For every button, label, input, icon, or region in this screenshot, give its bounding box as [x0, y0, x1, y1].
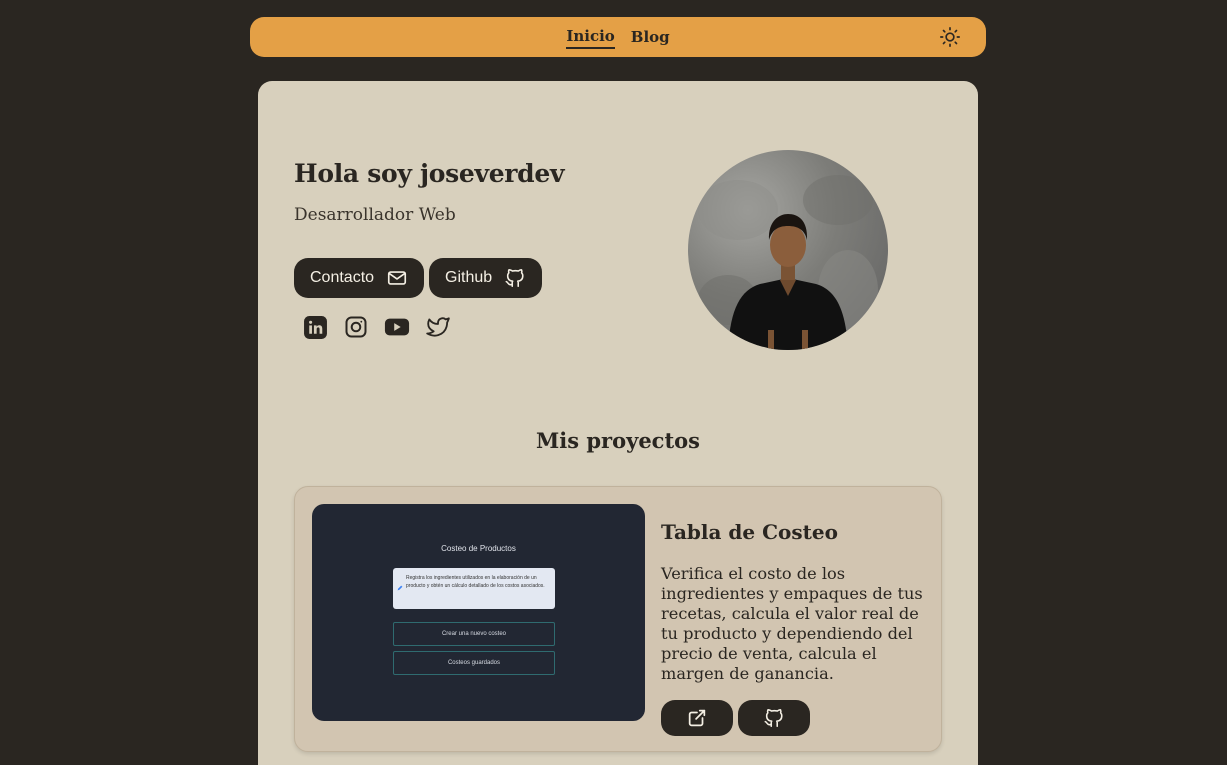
github-icon — [764, 709, 783, 728]
preview-saved-button: Costeos guardados — [393, 651, 555, 675]
linkedin-link[interactable] — [302, 314, 328, 340]
nav-links: Inicio Blog — [566, 25, 670, 49]
youtube-icon — [384, 318, 410, 336]
youtube-link[interactable] — [384, 314, 410, 340]
external-link-icon — [688, 709, 706, 727]
nav-link-inicio[interactable]: Inicio — [566, 25, 615, 49]
project-live-link-button[interactable] — [661, 700, 733, 736]
instagram-icon — [345, 316, 367, 338]
contact-button[interactable]: Contacto — [294, 258, 425, 298]
profile-photo — [698, 175, 878, 350]
project-preview-image[interactable]: Costeo de Productos Registra los ingredi… — [312, 504, 645, 721]
instagram-link[interactable] — [343, 314, 369, 340]
social-links — [302, 314, 451, 340]
project-github-button[interactable] — [738, 700, 810, 736]
github-button-label: Github — [445, 269, 493, 286]
hero-buttons: Contacto Github — [294, 258, 543, 298]
twitter-icon — [426, 317, 450, 337]
github-icon — [505, 269, 524, 288]
mail-icon — [387, 271, 407, 285]
projects-section-title: Mis proyectos — [536, 428, 700, 453]
sun-icon — [940, 27, 960, 47]
project-actions — [661, 700, 810, 736]
theme-toggle-button[interactable] — [938, 25, 962, 49]
linkedin-icon — [303, 315, 327, 339]
profile-avatar — [688, 150, 888, 350]
preview-note-text: Registra los ingredientes utilizados en … — [406, 575, 545, 589]
top-navbar: Inicio Blog — [250, 17, 986, 57]
project-card: Costeo de Productos Registra los ingredi… — [294, 486, 942, 752]
preview-new-button: Crear una nuevo costeo — [393, 622, 555, 646]
github-button[interactable]: Github — [429, 258, 543, 298]
main-card: Hola soy joseverdev Desarrollador Web Co… — [258, 81, 978, 765]
hero-subtitle: Desarrollador Web — [294, 205, 456, 225]
nav-link-blog[interactable]: Blog — [631, 26, 670, 48]
pencil-icon — [397, 585, 403, 591]
preview-note: Registra los ingredientes utilizados en … — [393, 568, 555, 609]
twitter-link[interactable] — [425, 314, 451, 340]
project-title: Tabla de Costeo — [661, 520, 838, 544]
preview-title: Costeo de Productos — [441, 544, 516, 553]
hero-title: Hola soy joseverdev — [294, 159, 565, 188]
contact-button-label: Contacto — [310, 269, 375, 286]
project-description: Verifica el costo de los ingredientes y … — [661, 564, 923, 683]
